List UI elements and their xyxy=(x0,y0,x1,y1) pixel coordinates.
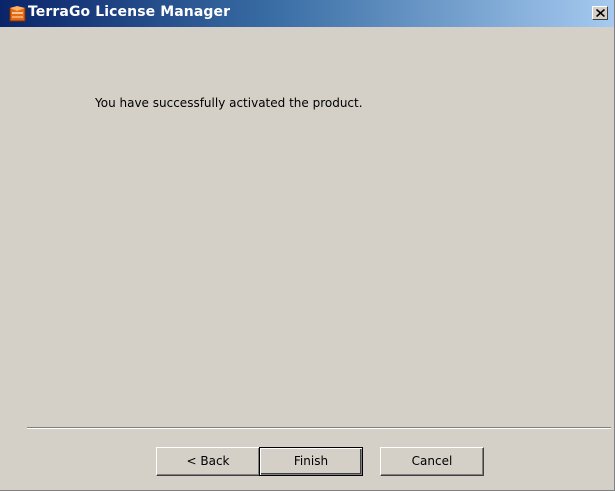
close-icon xyxy=(596,9,605,17)
finish-button[interactable]: Finish xyxy=(259,447,363,476)
cancel-button[interactable]: Cancel xyxy=(380,447,484,476)
window-title: TerraGo License Manager xyxy=(28,4,231,20)
success-message: You have successfully activated the prod… xyxy=(95,96,363,110)
close-button[interactable] xyxy=(592,6,608,20)
license-manager-dialog: TerraGo License Manager You have success… xyxy=(0,0,615,491)
back-button[interactable]: < Back xyxy=(156,447,260,476)
terrago-app-icon xyxy=(9,6,26,22)
footer-separator xyxy=(27,427,611,429)
title-bar[interactable]: TerraGo License Manager xyxy=(0,0,614,27)
